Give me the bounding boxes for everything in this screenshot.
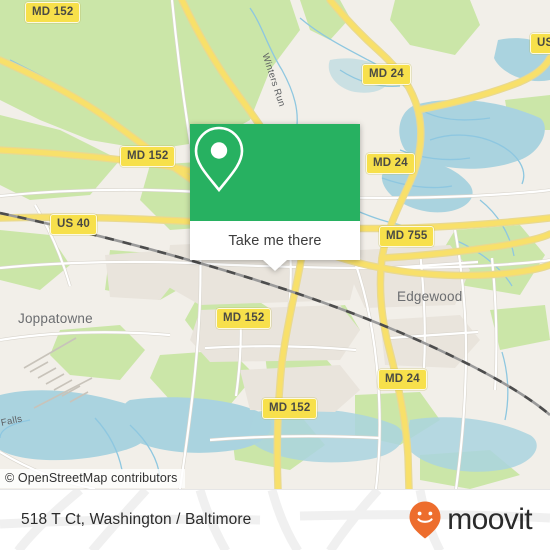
address-label: 518 T Ct, Washington / Baltimore [21, 511, 252, 528]
road-shield-us-40[interactable]: US 40 [50, 214, 97, 235]
road-shield-md-152-north[interactable]: MD 152 [25, 2, 81, 23]
road-shield-md-755[interactable]: MD 755 [379, 226, 435, 247]
map-canvas[interactable]: Joppatowne Edgewood Winters Run Falls MD… [0, 0, 550, 489]
take-me-there-label: Take me there [228, 232, 322, 249]
moovit-map-screenshot: Joppatowne Edgewood Winters Run Falls MD… [0, 0, 550, 550]
road-shield-md-152-west[interactable]: MD 152 [120, 146, 176, 167]
osm-attribution[interactable]: © OpenStreetMap contributors [0, 469, 185, 488]
popup-header [190, 124, 360, 221]
road-shield-md-24-north[interactable]: MD 24 [362, 64, 411, 85]
road-shield-md-24-mid[interactable]: MD 24 [366, 153, 415, 174]
moovit-pin-smile-icon [409, 501, 441, 539]
map-pin-icon [194, 126, 244, 193]
road-shield-md-152-south[interactable]: MD 152 [262, 398, 318, 419]
popup-action-bar[interactable]: Take me there [190, 221, 360, 271]
moovit-wordmark: moovit [447, 503, 532, 536]
footer-bar: 518 T Ct, Washington / Baltimore moovit [0, 489, 550, 550]
road-shield-md-24-south[interactable]: MD 24 [378, 369, 427, 390]
road-shield-md-152-center[interactable]: MD 152 [216, 308, 272, 329]
moovit-brand[interactable]: moovit [408, 500, 533, 540]
road-shield-us-clipped[interactable]: US [530, 33, 550, 54]
popup-tail-pointer [263, 260, 287, 271]
location-popup[interactable]: Take me there [190, 124, 360, 271]
